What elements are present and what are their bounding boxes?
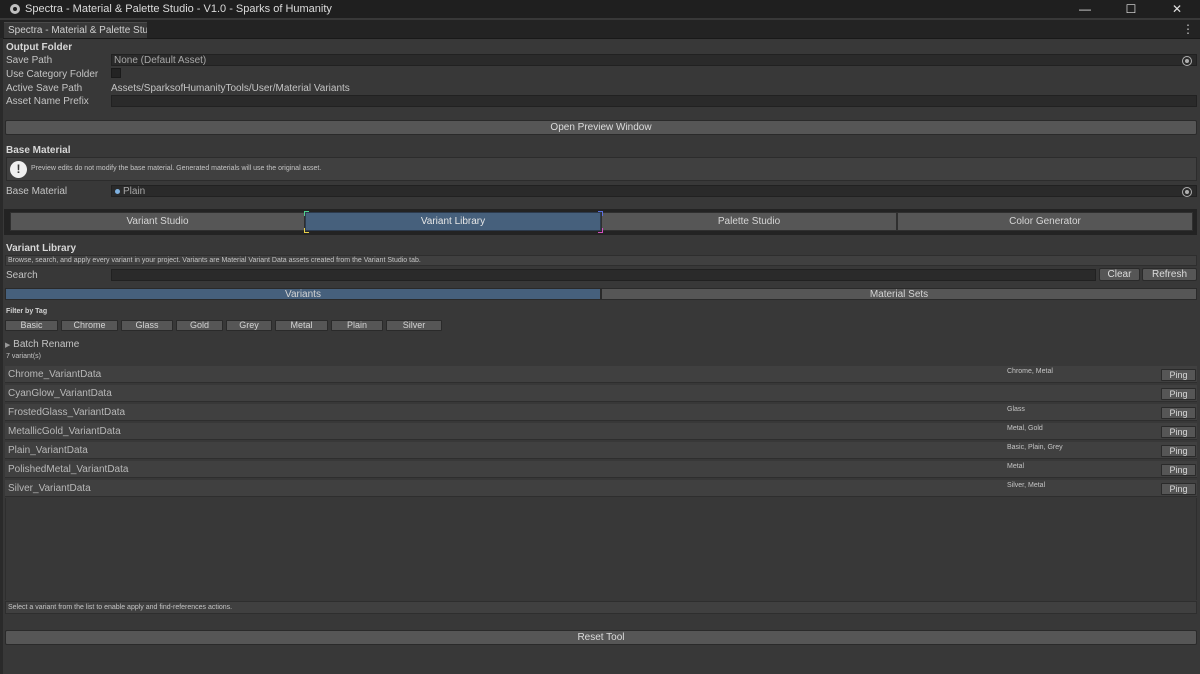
- tag-gold-button[interactable]: Gold: [176, 320, 223, 331]
- variant-list-empty-area: [5, 498, 1197, 600]
- ping-button[interactable]: Ping: [1161, 464, 1196, 476]
- warning-icon: !: [10, 161, 27, 178]
- focus-corner: [304, 211, 309, 216]
- minimize-button[interactable]: —: [1062, 0, 1108, 18]
- variant-name: PolishedMetal_VariantData: [8, 464, 129, 475]
- search-input[interactable]: [111, 269, 1096, 281]
- tab-color-generator[interactable]: Color Generator: [897, 212, 1193, 231]
- tab-material-sets[interactable]: Material Sets: [601, 288, 1197, 300]
- batch-rename-label: Batch Rename: [13, 339, 80, 350]
- tag-metal-button[interactable]: Metal: [275, 320, 328, 331]
- save-path-label: Save Path: [6, 55, 53, 66]
- ping-button[interactable]: Ping: [1161, 445, 1196, 457]
- variant-count: 7 variant(s): [6, 353, 42, 360]
- foldout-arrow-icon: ▶: [5, 342, 11, 349]
- variant-name: Plain_VariantData: [8, 445, 88, 456]
- clear-button[interactable]: Clear: [1099, 268, 1140, 281]
- filter-by-tag-header: Filter by Tag: [6, 308, 48, 315]
- focus-corner: [304, 228, 309, 233]
- window-controls: — ☐ ✕: [1062, 0, 1200, 18]
- help-text: Preview edits do not modify the base mat…: [31, 165, 322, 172]
- open-preview-window-button[interactable]: Open Preview Window: [5, 120, 1197, 135]
- base-material-field[interactable]: Plain: [111, 185, 1197, 197]
- editor-tab[interactable]: Spectra - Material & Palette Studi...: [4, 22, 147, 38]
- base-material-value: Plain: [123, 186, 146, 197]
- close-button[interactable]: ✕: [1154, 0, 1200, 18]
- tab-variant-library[interactable]: Variant Library: [305, 212, 601, 231]
- window-titlebar: Spectra - Material & Palette Studio - V1…: [0, 0, 1200, 18]
- variant-name: CyanGlow_VariantData: [8, 388, 112, 399]
- material-sphere-icon: [115, 188, 120, 194]
- variant-tags: Chrome, Metal: [1007, 368, 1053, 375]
- base-material-help-box: ! Preview edits do not modify the base m…: [6, 157, 1197, 181]
- refresh-button[interactable]: Refresh: [1142, 268, 1197, 281]
- batch-rename-foldout[interactable]: ▶ Batch Rename: [5, 339, 79, 350]
- variant-row[interactable]: CyanGlow_VariantData Ping: [5, 385, 1197, 402]
- ping-button[interactable]: Ping: [1161, 388, 1196, 400]
- focus-corner: [598, 228, 603, 233]
- variant-row[interactable]: MetallicGold_VariantData Metal, Gold Pin…: [5, 423, 1197, 440]
- variant-row[interactable]: PolishedMetal_VariantData Metal Ping: [5, 461, 1197, 478]
- variant-row[interactable]: Plain_VariantData Basic, Plain, Grey Pin…: [5, 442, 1197, 459]
- tag-plain-button[interactable]: Plain: [331, 320, 383, 331]
- tag-grey-button[interactable]: Grey: [226, 320, 272, 331]
- variant-name: FrostedGlass_VariantData: [8, 407, 126, 418]
- use-category-folder-checkbox[interactable]: [111, 68, 121, 78]
- ping-button[interactable]: Ping: [1161, 483, 1196, 495]
- variant-tags: Metal, Gold: [1007, 425, 1043, 432]
- tag-glass-button[interactable]: Glass: [121, 320, 173, 331]
- asset-name-prefix-input[interactable]: [111, 95, 1197, 107]
- use-category-folder-label: Use Category Folder: [6, 69, 99, 80]
- variant-tags: Glass: [1007, 406, 1025, 413]
- variant-row[interactable]: FrostedGlass_VariantData Glass Ping: [5, 404, 1197, 421]
- active-save-path-value: Assets/SparksofHumanityTools/User/Materi…: [111, 83, 350, 94]
- focus-corner: [598, 211, 603, 216]
- selection-status: Select a variant from the list to enable…: [5, 601, 1197, 614]
- variant-name: MetallicGold_VariantData: [8, 426, 121, 437]
- variant-tags: Silver, Metal: [1007, 482, 1046, 489]
- save-path-value: None (Default Asset): [114, 55, 207, 66]
- tag-basic-button[interactable]: Basic: [5, 320, 58, 331]
- variant-tags: Metal: [1007, 463, 1025, 470]
- output-folder-header: Output Folder: [6, 42, 73, 53]
- ping-button[interactable]: Ping: [1161, 369, 1196, 381]
- tag-silver-button[interactable]: Silver: [386, 320, 442, 331]
- ping-button[interactable]: Ping: [1161, 407, 1196, 419]
- variant-name: Chrome_VariantData: [8, 369, 102, 380]
- variant-row[interactable]: Chrome_VariantData Chrome, Metal Ping: [5, 366, 1197, 383]
- app-logo-icon: [10, 4, 20, 14]
- window-title: Spectra - Material & Palette Studio - V1…: [25, 3, 332, 15]
- variant-tags: Basic, Plain, Grey: [1007, 444, 1063, 451]
- reset-tool-button[interactable]: Reset Tool: [5, 630, 1197, 645]
- tab-variant-studio[interactable]: Variant Studio: [10, 212, 305, 231]
- object-picker-icon[interactable]: [1182, 187, 1192, 197]
- save-path-field[interactable]: None (Default Asset): [111, 54, 1197, 66]
- kebab-menu-icon[interactable]: ⋮: [1182, 22, 1194, 36]
- active-save-path-label: Active Save Path: [6, 83, 83, 94]
- base-material-label: Base Material: [6, 186, 68, 197]
- library-description: Browse, search, and apply every variant …: [5, 255, 1197, 266]
- asset-name-prefix-label: Asset Name Prefix: [6, 96, 89, 107]
- left-dock-edge: [0, 38, 3, 674]
- editor-tab-strip: Spectra - Material & Palette Studi... ⋮: [0, 20, 1200, 39]
- base-material-header: Base Material: [6, 145, 71, 156]
- tab-variants[interactable]: Variants: [5, 288, 601, 300]
- variant-name: Silver_VariantData: [8, 483, 91, 494]
- variant-library-header: Variant Library: [6, 243, 77, 254]
- tab-palette-studio[interactable]: Palette Studio: [601, 212, 897, 231]
- object-picker-icon[interactable]: [1182, 56, 1192, 66]
- ping-button[interactable]: Ping: [1161, 426, 1196, 438]
- search-label: Search: [6, 270, 38, 281]
- tag-chrome-button[interactable]: Chrome: [61, 320, 118, 331]
- maximize-button[interactable]: ☐: [1108, 0, 1154, 18]
- variant-row[interactable]: Silver_VariantData Silver, Metal Ping: [5, 480, 1197, 497]
